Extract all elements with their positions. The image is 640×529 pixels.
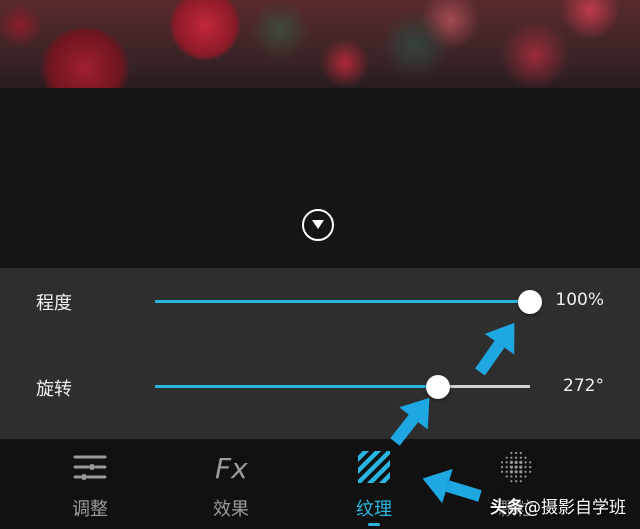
tab-texture[interactable]: 纹理 [314,439,434,529]
degree-slider-thumb[interactable] [518,289,542,314]
grain-dot [514,470,518,474]
grain-dot [524,475,527,478]
tab-texture-label: 纹理 [356,499,392,520]
grain-dot [505,475,508,478]
grain-dot [519,470,523,474]
dots-grain-icon [500,451,532,483]
tab-adjust[interactable]: 调整 [30,439,150,529]
fx-icon: Fx [215,452,248,485]
grain-dot [519,456,522,459]
grain-dot [519,475,522,478]
grain-dot [510,456,513,459]
photo-preview [0,0,640,88]
tab-effects[interactable]: Fx 效果 [171,439,291,529]
grain-dot [514,460,518,464]
degree-value: 100% [555,290,604,310]
grain-dot [505,470,508,473]
grain-dot [524,466,527,469]
grain-dot [500,461,504,464]
watermark: 头条@摄影自学班 [490,493,626,518]
grain-dot [514,465,518,469]
grain-dot [505,466,508,469]
grain-dot [529,470,532,473]
grain-dot [509,465,513,469]
rotation-slider[interactable] [155,374,530,399]
grain-dot [509,470,513,474]
grain-dot [524,470,527,473]
sliders-icon [73,455,107,480]
grain-dot [524,456,527,459]
grain-dot [519,480,522,483]
grain-dot [500,470,504,473]
adjustment-panel: 程度 100% 旋转 272° [0,268,640,439]
grain-dot [509,460,513,464]
grain-dot [505,461,508,464]
active-tab-indicator [368,523,380,526]
preview-area [0,88,640,268]
texture-stripes-icon [358,451,390,483]
grain-dot [515,451,518,455]
grain-dot [515,480,518,483]
grain-dot [529,461,532,464]
watermark-brand: 头条 [490,498,524,518]
grain-dot [500,466,504,469]
collapse-panel-button[interactable] [302,209,334,241]
rotation-slider-fill [155,385,439,388]
rotation-label: 旋转 [36,379,72,400]
tab-effects-label: 效果 [213,499,249,520]
degree-label: 程度 [36,293,72,314]
grain-dot [519,460,523,464]
grain-dot [515,475,518,478]
grain-dot [524,461,527,464]
degree-slider-fill [155,300,530,303]
grain-dot [519,451,522,455]
grain-dot [510,451,513,455]
grain-dot [510,475,513,478]
watermark-handle: @摄影自学班 [524,498,626,518]
grain-dot [510,480,513,483]
svg-text:Fx: Fx [215,452,248,485]
tab-adjust-label: 调整 [72,499,108,520]
rotation-slider-thumb[interactable] [426,374,451,399]
chevron-down-icon [312,220,324,229]
grain-dot [515,456,518,459]
grain-dot [529,466,532,469]
degree-slider[interactable] [155,289,542,314]
rotation-value: 272° [563,376,604,396]
grain-dot [519,465,523,469]
grain-dot [505,456,508,459]
